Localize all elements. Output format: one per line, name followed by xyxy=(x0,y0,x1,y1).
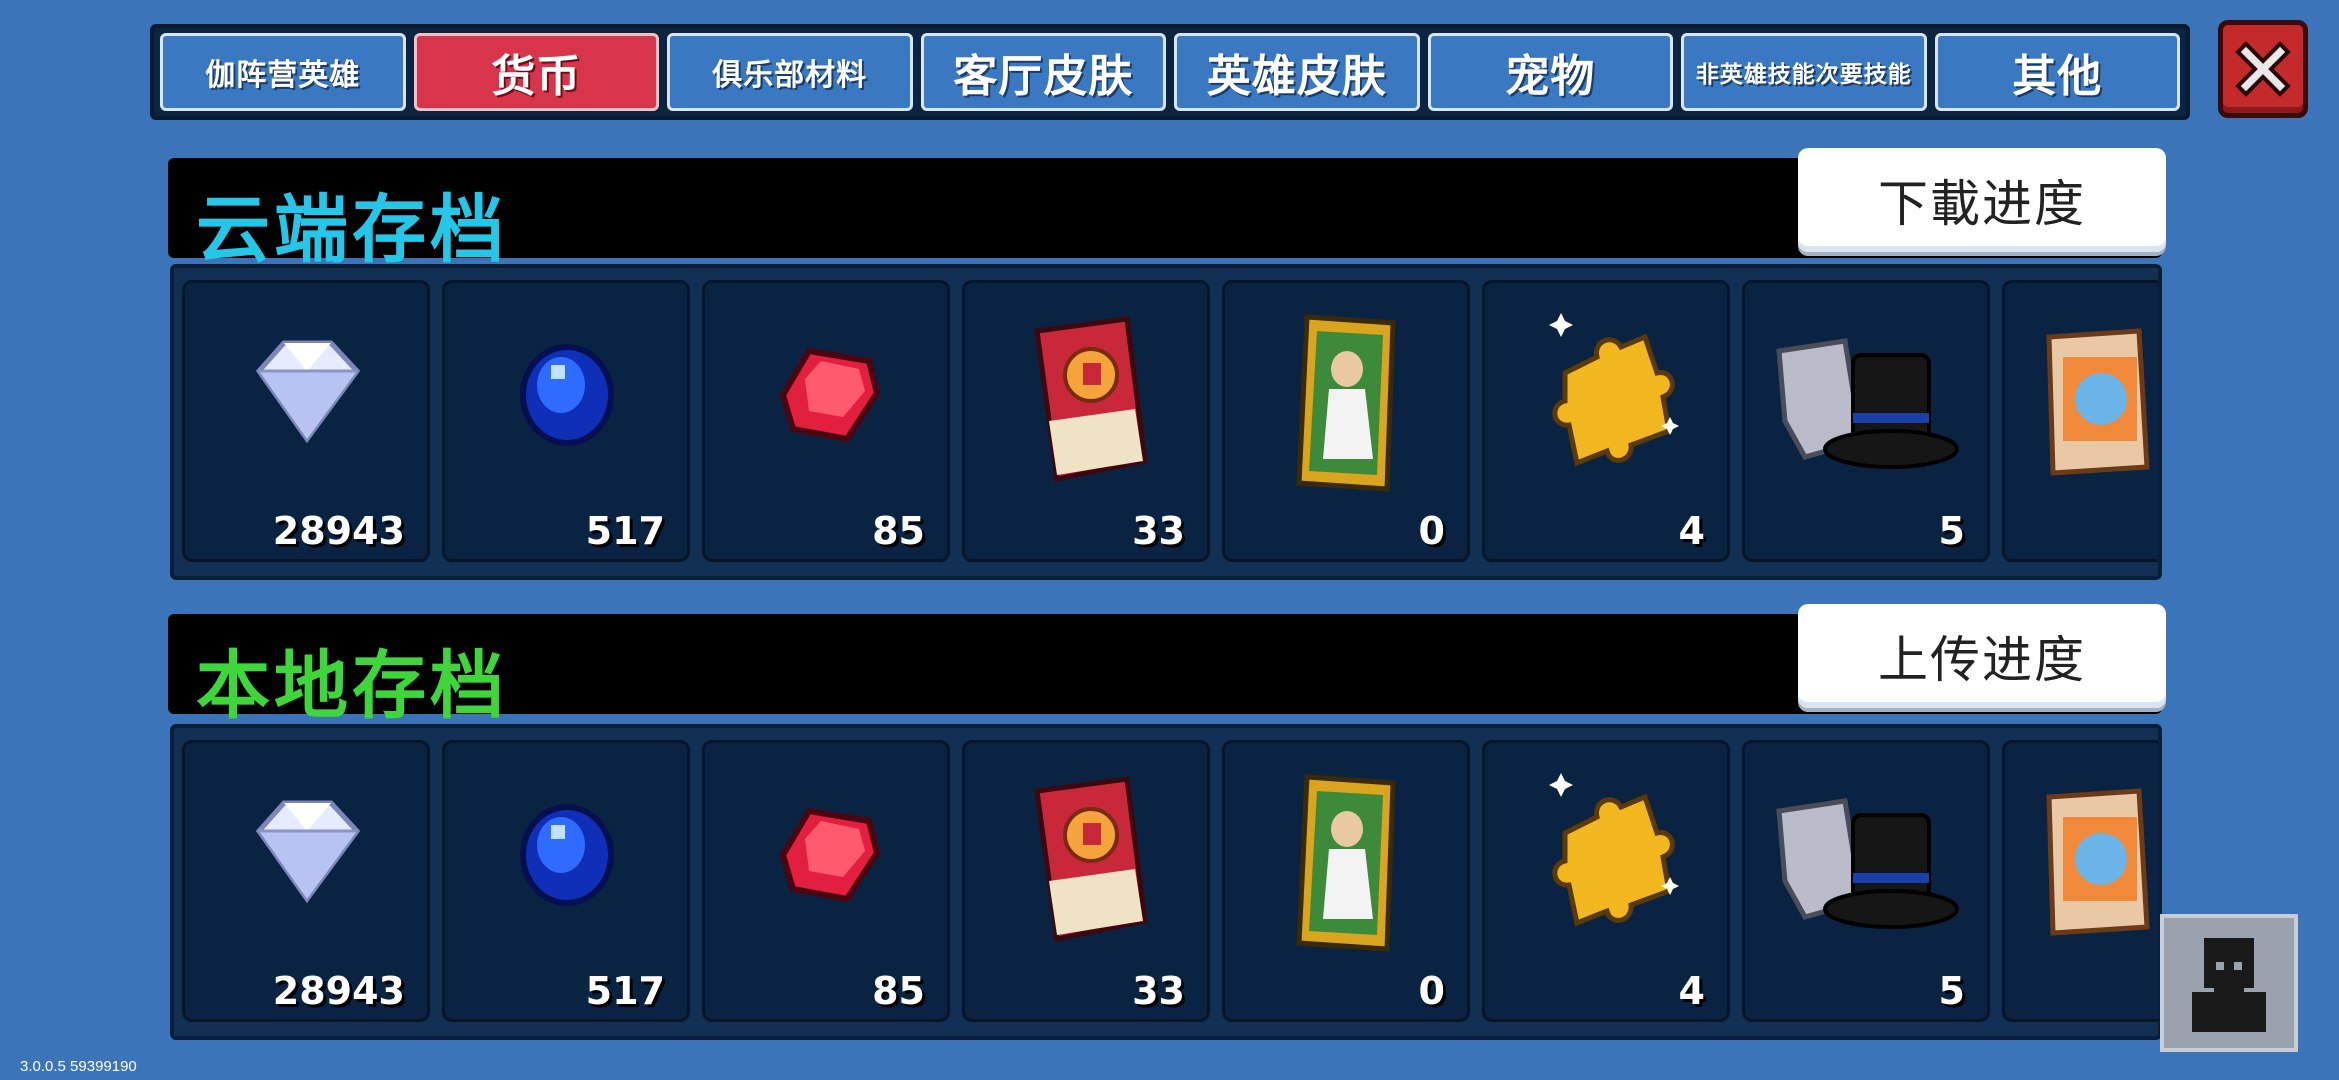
category-tabs: 伽阵营英雄 货币 俱乐部材料 客厅皮肤 英雄皮肤 宠物 非英雄技能次要技能 其他 xyxy=(150,24,2190,120)
top-hat-icon xyxy=(1776,338,1959,469)
avatar-silhouette-icon xyxy=(2192,938,2266,1032)
item-count: 0 xyxy=(1418,509,1445,553)
tab-other[interactable]: 其他 xyxy=(1934,33,2180,111)
item-count: 5 xyxy=(1938,509,1965,553)
puzzle-piece-icon xyxy=(1549,773,1679,927)
item-count: 33 xyxy=(1132,969,1185,1013)
local-item-bag[interactable] xyxy=(2002,740,2158,1022)
white-diamond-icon xyxy=(255,340,361,444)
cloud-item-card[interactable]: 0 xyxy=(1222,280,1470,562)
avatar-button[interactable] xyxy=(2160,914,2298,1052)
local-item-puzzle[interactable]: 4 xyxy=(1482,740,1730,1022)
item-count: 517 xyxy=(585,969,665,1013)
local-item-card[interactable]: 0 xyxy=(1222,740,1470,1022)
close-x-icon xyxy=(2235,41,2291,97)
close-button[interactable] xyxy=(2218,20,2308,118)
tab-lounge-skins[interactable]: 客厅皮肤 xyxy=(920,33,1166,111)
puzzle-piece-icon xyxy=(1549,313,1679,467)
card-icon xyxy=(1296,774,1396,952)
cloud-item-top-hat[interactable]: 5 xyxy=(1742,280,1990,562)
tab-non-hero-skills[interactable]: 非英雄技能次要技能 xyxy=(1681,33,1927,111)
cloud-item-bag[interactable] xyxy=(2002,280,2158,562)
item-count: 28943 xyxy=(272,509,405,553)
red-gem-icon xyxy=(779,807,881,903)
local-save-header: 本地存档 上传进度 xyxy=(168,604,2166,729)
local-items-row: 28943 517 85 33 0 4 5 xyxy=(170,724,2162,1040)
local-item-blue-gem[interactable]: 517 xyxy=(442,740,690,1022)
version-label: 3.0.0.5 59399190 xyxy=(20,1058,137,1075)
white-diamond-icon xyxy=(255,800,361,904)
cloud-item-puzzle[interactable]: 4 xyxy=(1482,280,1730,562)
blue-gem-icon xyxy=(520,804,614,906)
local-save-title: 本地存档 xyxy=(196,643,508,729)
ticket-icon xyxy=(1034,776,1148,942)
ticket-icon xyxy=(1034,316,1148,482)
top-hat-icon xyxy=(1776,798,1959,929)
item-count: 85 xyxy=(872,969,925,1013)
cloud-item-ticket[interactable]: 33 xyxy=(962,280,1210,562)
bag-icon xyxy=(2046,328,2150,476)
item-count: 33 xyxy=(1132,509,1185,553)
item-count: 4 xyxy=(1678,509,1705,553)
local-item-diamond[interactable]: 28943 xyxy=(182,740,430,1022)
local-item-top-hat[interactable]: 5 xyxy=(1742,740,1990,1022)
upload-progress-button[interactable]: 上传进度 xyxy=(1798,604,2166,708)
cloud-save-header: 云端存档 下載进度 xyxy=(168,148,2166,273)
cloud-save-title: 云端存档 xyxy=(196,187,508,273)
cloud-item-blue-gem[interactable]: 517 xyxy=(442,280,690,562)
local-item-ticket[interactable]: 33 xyxy=(962,740,1210,1022)
tab-currency[interactable]: 货币 xyxy=(413,33,659,111)
item-count: 28943 xyxy=(272,969,405,1013)
cloud-items-row: 28943 517 85 33 0 4 5 xyxy=(170,264,2162,580)
blue-gem-icon xyxy=(520,344,614,446)
tab-club-materials[interactable]: 俱乐部材料 xyxy=(667,33,913,111)
item-count: 517 xyxy=(585,509,665,553)
tab-camp-heroes[interactable]: 伽阵营英雄 xyxy=(160,33,406,111)
item-count: 4 xyxy=(1678,969,1705,1013)
bag-icon xyxy=(2046,788,2150,936)
item-count: 0 xyxy=(1418,969,1445,1013)
tab-pets[interactable]: 宠物 xyxy=(1427,33,1673,111)
red-gem-icon xyxy=(779,347,881,443)
local-item-red-gem[interactable]: 85 xyxy=(702,740,950,1022)
item-count: 5 xyxy=(1938,969,1965,1013)
tab-hero-skins[interactable]: 英雄皮肤 xyxy=(1174,33,1420,111)
cloud-item-diamond[interactable]: 28943 xyxy=(182,280,430,562)
item-count: 85 xyxy=(872,509,925,553)
save-sync-screen: 伽阵营英雄 货币 俱乐部材料 客厅皮肤 英雄皮肤 宠物 非英雄技能次要技能 其他… xyxy=(0,0,2339,1080)
card-icon xyxy=(1296,314,1396,492)
download-progress-button[interactable]: 下載进度 xyxy=(1798,148,2166,252)
cloud-item-red-gem[interactable]: 85 xyxy=(702,280,950,562)
